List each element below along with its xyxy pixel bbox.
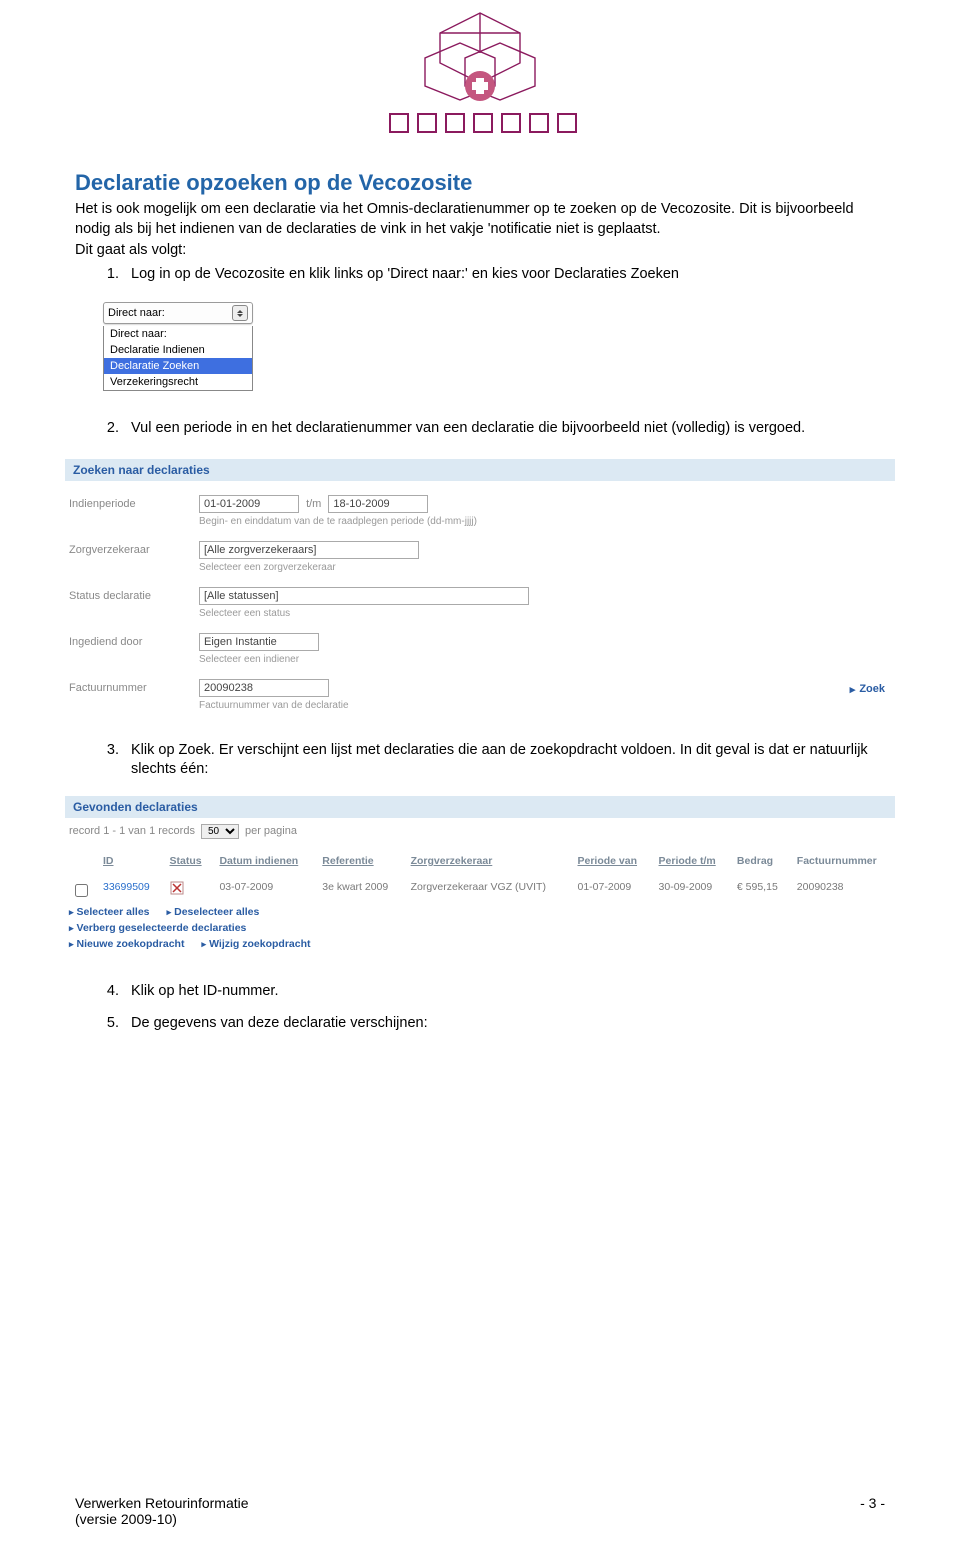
dropdown-item[interactable]: Declaratie Indienen (104, 342, 252, 358)
dropdown-combobox[interactable]: Direct naar: (103, 302, 253, 324)
step-2: Vul een periode in en het declaratienumm… (123, 419, 885, 439)
input-date-to[interactable] (328, 495, 428, 513)
cell-bedrag: € 595,15 (731, 877, 791, 904)
hint-factuur: Factuurnummer van de declaratie (199, 700, 349, 711)
hint-ingediend: Selecteer een indiener (199, 654, 319, 665)
cell-zorg: Zorgverzekeraar VGZ (UVIT) (405, 877, 572, 904)
col-bedrag: Bedrag (731, 849, 791, 877)
hint-indienperiode: Begin- en einddatum van de te raadplegen… (199, 516, 477, 527)
cell-referentie: 3e kwart 2009 (316, 877, 404, 904)
hint-zorgverzekeraar: Selecteer een zorgverzekeraar (199, 562, 419, 573)
select-zorgverzekeraar[interactable] (199, 541, 419, 559)
dropdown-item[interactable]: Verzekeringsrecht (104, 374, 252, 390)
footer-left: Verwerken Retourinformatie (versie 2009-… (75, 1495, 249, 1527)
dropdown-list: Direct naar: Declaratie Indienen Declara… (103, 326, 253, 391)
arrow-right-icon (69, 938, 74, 950)
link-select-all[interactable]: Selecteer alles (69, 906, 150, 918)
results-links-row1: Selecteer alles Deselecteer alles (65, 904, 895, 920)
step-4: Klik op het ID-nummer. (123, 982, 885, 1002)
zoek-button[interactable]: ▸ Zoek (850, 683, 885, 696)
intro-para-2: Dit gaat als volgt: (75, 241, 885, 261)
col-id[interactable]: ID (97, 849, 164, 877)
select-status[interactable] (199, 587, 529, 605)
label-factuur: Factuurnummer (65, 679, 199, 694)
cell-pvan: 01-07-2009 (572, 877, 653, 904)
logo-graphic (380, 8, 580, 138)
table-row: 33699509 03-07-2009 3e kwart 2009 Zorgve… (65, 877, 895, 904)
label-ingediend: Ingediend door (65, 633, 199, 648)
record-count-line: record 1 - 1 van 1 records 50 per pagina (65, 818, 895, 843)
hint-status: Selecteer een status (199, 608, 529, 619)
footer-page-number: - 3 - (860, 1495, 885, 1527)
dropdown-screenshot: Direct naar: Direct naar: Declaratie Ind… (103, 302, 253, 391)
dropdown-selected: Direct naar: (108, 307, 165, 319)
col-periode-tm[interactable]: Periode t/m (653, 849, 731, 877)
status-icon (164, 877, 214, 904)
id-link[interactable]: 33699509 (103, 881, 150, 893)
label-zorgverzekeraar: Zorgverzekeraar (65, 541, 199, 556)
page-footer: Verwerken Retourinformatie (versie 2009-… (75, 1495, 885, 1527)
link-new-search[interactable]: Nieuwe zoekopdracht (69, 938, 184, 950)
results-header: Gevonden declaraties (65, 796, 895, 818)
input-factuurnummer[interactable] (199, 679, 329, 697)
zoek-label: Zoek (859, 683, 885, 695)
record-count-post: per pagina (245, 825, 297, 837)
main-title: Declaratie opzoeken op de Vecozosite (75, 170, 885, 196)
record-count-pre: record 1 - 1 van 1 records (69, 825, 195, 837)
link-edit-search[interactable]: Wijzig zoekopdracht (202, 938, 311, 950)
dropdown-item-selected[interactable]: Declaratie Zoeken (104, 358, 252, 374)
arrow-right-icon (69, 906, 74, 918)
results-links-row2: Verberg geselecteerde declaraties (65, 920, 895, 936)
select-ingediend[interactable] (199, 633, 319, 651)
label-indienperiode: Indienperiode (65, 495, 199, 510)
step-1: Log in op de Vecozosite en klik links op… (123, 265, 885, 285)
per-page-select[interactable]: 50 (201, 824, 239, 839)
search-form-panel: Zoeken naar declaraties Indienperiode t/… (65, 459, 895, 711)
arrow-right-icon (202, 938, 207, 950)
results-panel: Gevonden declaraties record 1 - 1 van 1 … (65, 796, 895, 952)
input-date-from[interactable] (199, 495, 299, 513)
label-tm: t/m (306, 498, 321, 510)
dropdown-stepper-icon (232, 305, 248, 321)
cell-ptm: 30-09-2009 (653, 877, 731, 904)
step-3: Klik op Zoek. Er verschijnt een lijst me… (123, 741, 885, 780)
logo (75, 0, 885, 142)
label-status: Status declaratie (65, 587, 199, 602)
cell-factuur: 20090238 (791, 877, 895, 904)
col-factuurnummer: Factuurnummer (791, 849, 895, 877)
col-status[interactable]: Status (164, 849, 214, 877)
col-datum[interactable]: Datum indienen (213, 849, 316, 877)
results-links-row3: Nieuwe zoekopdracht Wijzig zoekopdracht (65, 936, 895, 952)
col-periode-van[interactable]: Periode van (572, 849, 653, 877)
arrow-right-icon (167, 906, 172, 918)
cell-datum: 03-07-2009 (213, 877, 316, 904)
col-referentie[interactable]: Referentie (316, 849, 404, 877)
dropdown-item[interactable]: Direct naar: (104, 326, 252, 342)
row-checkbox[interactable] (75, 884, 88, 897)
link-hide-selected[interactable]: Verberg geselecteerde declaraties (69, 922, 246, 934)
results-table: ID Status Datum indienen Referentie Zorg… (65, 849, 895, 904)
search-form-header: Zoeken naar declaraties (65, 459, 895, 481)
arrow-right-icon: ▸ (850, 683, 856, 696)
link-deselect-all[interactable]: Deselecteer alles (167, 906, 260, 918)
intro-para-1: Het is ook mogelijk om een declaratie vi… (75, 200, 885, 239)
step-5: De gegevens van deze declaratie verschij… (123, 1014, 885, 1034)
document-page: Declaratie opzoeken op de Vecozosite Het… (0, 0, 960, 1545)
arrow-right-icon (69, 922, 74, 934)
col-zorgverzekeraar[interactable]: Zorgverzekeraar (405, 849, 572, 877)
